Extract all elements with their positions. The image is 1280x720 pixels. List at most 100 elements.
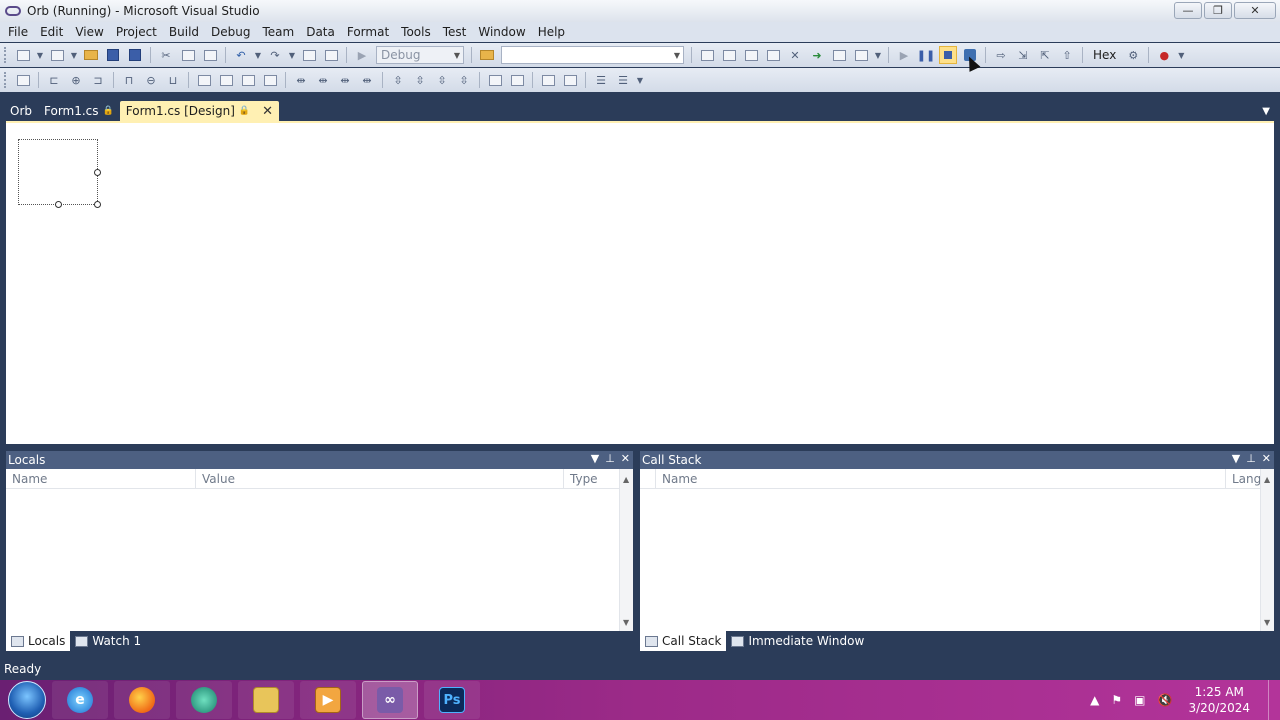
make-same-size-icon[interactable] <box>261 71 279 89</box>
taskbar-file-explorer[interactable] <box>238 681 294 719</box>
copy-icon[interactable] <box>179 46 197 64</box>
send-to-back-icon[interactable] <box>561 71 579 89</box>
save-icon[interactable] <box>104 46 122 64</box>
center-vertically-icon[interactable] <box>508 71 526 89</box>
find-combo[interactable]: ▼ <box>501 46 684 64</box>
menu-data[interactable]: Data <box>300 25 341 39</box>
align-centers-icon[interactable]: ⊕ <box>67 71 85 89</box>
chevron-down-icon[interactable]: ▼ <box>36 46 44 64</box>
class-view-icon[interactable] <box>830 46 848 64</box>
solution-configuration-combo[interactable]: Debug ▼ <box>376 46 464 64</box>
resize-handle-corner[interactable] <box>94 201 101 208</box>
close-icon[interactable]: ✕ <box>1262 452 1271 465</box>
show-next-statement-icon[interactable]: ⇨ <box>992 46 1010 64</box>
menu-team[interactable]: Team <box>256 25 300 39</box>
form-designer-surface[interactable] <box>6 121 1274 444</box>
chevron-down-icon[interactable]: ▼ <box>254 46 262 64</box>
close-button[interactable]: ✕ <box>1234 2 1276 19</box>
decrease-horizontal-spacing-icon[interactable]: ⇹ <box>336 71 354 89</box>
undo-icon[interactable]: ↶ <box>232 46 250 64</box>
taskbar-firefox[interactable] <box>114 681 170 719</box>
tools-icon[interactable]: ✕ <box>786 46 804 64</box>
tab-order-icon[interactable]: ☰ <box>592 71 610 89</box>
center-horizontally-icon[interactable] <box>486 71 504 89</box>
align-bottoms-icon[interactable]: ⊔ <box>164 71 182 89</box>
show-desktop-button[interactable] <box>1268 680 1280 720</box>
tab-form1-cs[interactable]: Form1.cs 🔒 <box>38 101 120 121</box>
threads-icon[interactable]: ⚙ <box>1124 46 1142 64</box>
scroll-up-icon[interactable]: ▲ <box>623 475 629 484</box>
volume-muted-icon[interactable]: 🔇 <box>1158 693 1173 707</box>
cut-icon[interactable]: ✂ <box>157 46 175 64</box>
hex-toggle[interactable]: Hex <box>1093 48 1116 62</box>
lock-controls-icon[interactable]: ☰ <box>614 71 632 89</box>
close-tab-icon[interactable]: ✕ <box>262 104 273 119</box>
menu-view[interactable]: View <box>69 25 109 39</box>
step-over-icon[interactable]: ⇱ <box>1036 46 1054 64</box>
menu-file[interactable]: File <box>2 25 34 39</box>
align-tops-icon[interactable]: ⊓ <box>120 71 138 89</box>
taskbar-photoshop[interactable]: Ps <box>424 681 480 719</box>
scroll-down-icon[interactable]: ▼ <box>623 618 629 627</box>
chevron-down-icon[interactable]: ▼ <box>636 71 644 89</box>
selected-form[interactable] <box>18 139 101 208</box>
align-middles-icon[interactable]: ⊖ <box>142 71 160 89</box>
remove-horizontal-spacing-icon[interactable]: ⇹ <box>358 71 376 89</box>
increase-horizontal-spacing-icon[interactable]: ⇹ <box>314 71 332 89</box>
start-debugging-icon[interactable]: ▶ <box>353 46 371 64</box>
taskbar-visual-studio[interactable]: ∞ <box>362 681 418 719</box>
make-same-width-icon[interactable] <box>195 71 213 89</box>
chevron-down-icon[interactable]: ▼ <box>70 46 78 64</box>
navigate-forward-icon[interactable] <box>322 46 340 64</box>
pin-icon[interactable]: ⊥ <box>1246 452 1256 465</box>
taskbar-internet-explorer[interactable]: e <box>52 681 108 719</box>
start-button[interactable] <box>8 681 46 719</box>
align-lefts-icon[interactable]: ⊏ <box>45 71 63 89</box>
tab-call-stack[interactable]: Call Stack <box>640 631 727 651</box>
chevron-down-icon[interactable]: ▼ <box>1232 452 1240 465</box>
show-hidden-icons-icon[interactable]: ▲ <box>1090 693 1099 707</box>
column-lang[interactable]: Lang <box>1226 469 1260 488</box>
tabs-dropdown-icon[interactable]: ▼ <box>1262 106 1270 117</box>
command-window-icon[interactable] <box>852 46 870 64</box>
column-name[interactable]: Name <box>6 469 196 488</box>
vertical-scrollbar[interactable]: ▲ ▼ <box>619 469 633 631</box>
horizontal-spacing-equal-icon[interactable]: ⇹ <box>292 71 310 89</box>
align-to-grid-icon[interactable] <box>14 71 32 89</box>
tab-orb[interactable]: Orb <box>4 101 38 121</box>
column-value[interactable]: Value <box>196 469 564 488</box>
find-in-files-icon[interactable] <box>478 46 496 64</box>
menu-test[interactable]: Test <box>437 25 473 39</box>
tab-locals[interactable]: Locals <box>6 631 71 651</box>
restore-button[interactable]: ❐ <box>1204 2 1232 19</box>
properties-icon[interactable] <box>720 46 738 64</box>
menu-debug[interactable]: Debug <box>205 25 256 39</box>
chevron-down-icon[interactable]: ▼ <box>591 452 599 465</box>
clock[interactable]: 1:25 AM 3/20/2024 <box>1188 684 1250 716</box>
scroll-down-icon[interactable]: ▼ <box>1264 618 1270 627</box>
redo-icon[interactable]: ↷ <box>266 46 284 64</box>
menu-format[interactable]: Format <box>341 25 395 39</box>
increase-vertical-spacing-icon[interactable]: ⇳ <box>411 71 429 89</box>
bring-to-front-icon[interactable] <box>539 71 557 89</box>
toolbar-grip[interactable] <box>4 72 8 88</box>
object-browser-icon[interactable] <box>742 46 760 64</box>
menu-edit[interactable]: Edit <box>34 25 69 39</box>
remove-vertical-spacing-icon[interactable]: ⇳ <box>455 71 473 89</box>
vertical-spacing-equal-icon[interactable]: ⇳ <box>389 71 407 89</box>
start-page-icon[interactable]: ➜ <box>808 46 826 64</box>
minimize-button[interactable]: — <box>1174 2 1202 19</box>
close-icon[interactable]: ✕ <box>621 452 630 465</box>
decrease-vertical-spacing-icon[interactable]: ⇳ <box>433 71 451 89</box>
resize-handle-bottom[interactable] <box>55 201 62 208</box>
network-icon[interactable]: ▣ <box>1134 693 1145 707</box>
solution-explorer-icon[interactable] <box>698 46 716 64</box>
vertical-scrollbar[interactable]: ▲ ▼ <box>1260 469 1274 631</box>
navigate-backward-icon[interactable] <box>300 46 318 64</box>
align-rights-icon[interactable]: ⊐ <box>89 71 107 89</box>
chevron-down-icon[interactable]: ▼ <box>874 46 882 64</box>
pin-icon[interactable]: ⊥ <box>605 452 615 465</box>
resize-handle-right[interactable] <box>94 169 101 176</box>
chevron-down-icon[interactable]: ▼ <box>288 46 296 64</box>
taskbar-media-player[interactable]: ▶ <box>300 681 356 719</box>
